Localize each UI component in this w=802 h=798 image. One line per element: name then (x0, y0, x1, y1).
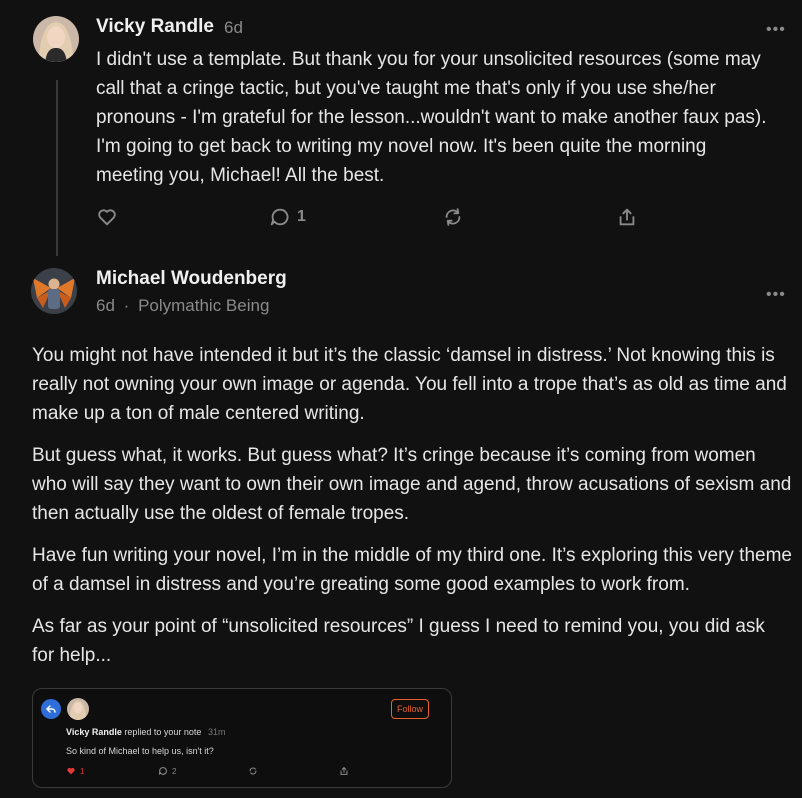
comment-count: 2 (172, 766, 177, 776)
reply-age: 31m (207, 727, 226, 737)
reply-icon (41, 699, 61, 719)
avatar (67, 698, 89, 720)
reply-author: Vicky Randle (66, 727, 122, 737)
comment-meta: 6d · Polymathic Being (96, 296, 269, 316)
avatar[interactable] (31, 268, 77, 314)
heart-icon (67, 767, 75, 775)
reply-notice: Vicky Randle replied to your note 31m (66, 727, 225, 737)
follow-button[interactable]: Follow (391, 699, 429, 719)
share-icon (619, 208, 635, 226)
comment-button: 2 (158, 766, 176, 776)
comment-author[interactable]: Vicky Randle (96, 16, 214, 38)
like-count: 1 (80, 766, 85, 776)
publication-link[interactable]: Polymathic Being (138, 296, 269, 315)
comment-paragraph: But guess what, it works. But guess what… (32, 445, 792, 524)
like-button[interactable] (96, 206, 118, 228)
avatar[interactable] (33, 16, 79, 62)
share-icon (340, 766, 348, 775)
restack-button[interactable] (442, 206, 464, 228)
share-button[interactable] (616, 206, 638, 228)
more-options-button[interactable]: ••• (766, 287, 786, 303)
comment-body: I didn't use a template. But thank you f… (96, 45, 776, 190)
comment-paragraph: Have fun writing your novel, I’m in the … (32, 545, 792, 595)
comment-paragraph: You might not have intended it but it’s … (32, 345, 787, 424)
comment-body: You might not have intended it but it’s … (32, 341, 792, 670)
like-button: 1 (66, 766, 84, 776)
restack-icon (445, 208, 461, 226)
embedded-screenshot[interactable]: Follow Vicky Randle replied to your note… (32, 688, 452, 788)
more-options-button[interactable]: ••• (766, 22, 786, 38)
meta-separator: · (123, 296, 130, 315)
restack-icon (249, 767, 257, 775)
note-text: So kind of Michael to help us, isn't it? (66, 746, 214, 756)
comment-text: I didn't use a template. But thank you f… (96, 49, 767, 186)
share-button (339, 766, 349, 776)
comment-count: 1 (297, 208, 306, 225)
comment-age[interactable]: 6d (224, 18, 243, 38)
comment-author[interactable]: Michael Woudenberg (96, 268, 287, 290)
thread-line (56, 80, 58, 256)
restack-button (248, 766, 258, 776)
heart-icon (98, 209, 116, 226)
comment-button[interactable]: 1 (269, 206, 306, 228)
comment-paragraph: As far as your point of “unsolicited res… (32, 616, 765, 666)
comment-icon (270, 208, 289, 226)
reply-text: replied to your note (124, 727, 202, 737)
comment-icon (158, 767, 167, 775)
comment-age[interactable]: 6d (96, 296, 115, 315)
